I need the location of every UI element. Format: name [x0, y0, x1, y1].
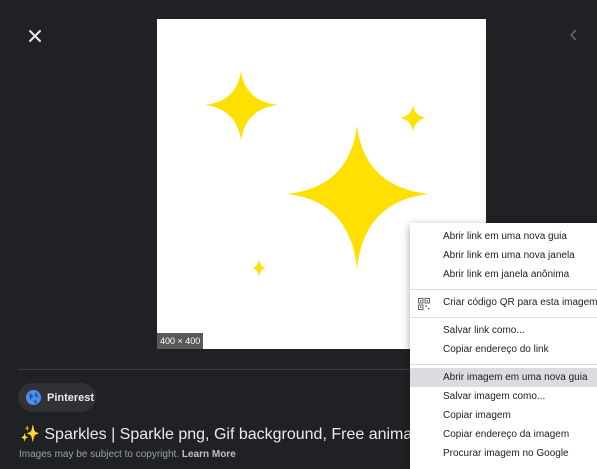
menu-item-save-link-as[interactable]: Salvar link como...	[410, 321, 597, 340]
menu-separator	[410, 317, 597, 318]
menu-item-search-image-google[interactable]: Procurar imagem no Google	[410, 444, 597, 463]
copyright-text: Images may be subject to copyright.	[19, 449, 180, 460]
context-menu: Abrir link em uma nova guia Abrir link e…	[410, 223, 597, 469]
globe-icon	[26, 390, 41, 405]
sparkle-right	[400, 105, 426, 132]
sparkle-left	[205, 71, 278, 141]
qr-code-icon	[418, 298, 430, 310]
source-chip[interactable]: Pinterest	[18, 383, 96, 412]
divider	[18, 369, 418, 370]
menu-item-copy-link-address[interactable]: Copiar endereço do link	[410, 340, 597, 359]
source-name: Pinterest	[47, 391, 95, 404]
close-icon	[29, 30, 41, 42]
menu-item-save-image-as[interactable]: Salvar imagem como...	[410, 387, 597, 406]
learn-more-link[interactable]: Learn More	[182, 449, 236, 460]
menu-item-open-link-incognito[interactable]: Abrir link em janela anônima	[410, 265, 597, 284]
menu-item-label: Criar código QR para esta imagem	[443, 297, 597, 308]
menu-separator	[410, 364, 597, 365]
previous-image-button[interactable]	[565, 26, 583, 44]
image-dimensions-badge: 400 × 400	[157, 333, 204, 349]
menu-item-open-link-new-tab[interactable]: Abrir link em uma nova guia	[410, 227, 597, 246]
sparkle-small	[252, 259, 266, 277]
copyright-notice: Images may be subject to copyright. Lear…	[19, 449, 236, 460]
menu-item-copy-image[interactable]: Copiar imagem	[410, 406, 597, 425]
menu-item-create-qr[interactable]: Criar código QR para esta imagem	[410, 293, 597, 312]
image-title-link[interactable]: ✨ Sparkles | Sparkle png, Gif background…	[20, 424, 418, 444]
menu-separator	[410, 289, 597, 290]
close-button[interactable]	[22, 23, 48, 49]
sparkle-large	[287, 125, 429, 269]
menu-item-open-link-new-window[interactable]: Abrir link em uma nova janela	[410, 246, 597, 265]
menu-item-open-image-new-tab[interactable]: Abrir imagem em uma nova guia	[410, 368, 597, 387]
chevron-left-icon	[569, 29, 577, 41]
menu-item-copy-image-address[interactable]: Copiar endereço da imagem	[410, 425, 597, 444]
